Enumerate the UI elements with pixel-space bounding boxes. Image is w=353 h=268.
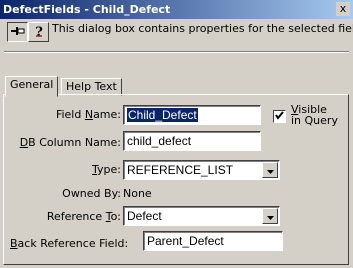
field-name-value: Child_Defect — [127, 108, 198, 122]
db-column-value: child_defect — [127, 134, 192, 148]
window-title: DefectFields - Child_Defect — [3, 3, 171, 16]
type-value: REFERENCE_LIST — [127, 163, 234, 177]
separator — [4, 51, 349, 53]
checkmark-icon — [275, 110, 284, 123]
pin-icon — [10, 26, 25, 39]
title-bar[interactable]: DefectFields - Child_Defect — [0, 0, 353, 19]
close-button[interactable]: x — [336, 2, 350, 16]
back-reference-value: Parent_Defect — [147, 234, 224, 248]
tab-help-text-label: Help Text — [66, 80, 117, 93]
db-column-input[interactable]: child_defect — [123, 131, 261, 151]
field-name-input[interactable]: Child_Defect — [123, 105, 261, 125]
reference-to-select[interactable]: Defect — [123, 206, 280, 226]
reference-to-label: Reference To: — [46, 210, 121, 223]
close-icon: x — [339, 2, 347, 15]
chevron-down-icon — [266, 207, 274, 225]
back-reference-label: Back Reference Field: — [10, 237, 129, 250]
tab-general-label: General — [10, 78, 54, 91]
type-label: Type: — [92, 163, 121, 176]
owned-by-label: Owned By: — [62, 187, 121, 200]
owned-by-value: None — [123, 187, 152, 200]
tab-general[interactable]: General — [5, 76, 59, 97]
reference-to-value: Defect — [127, 209, 162, 223]
pin-button[interactable] — [7, 22, 28, 42]
db-column-label: DB Column Name: — [19, 136, 121, 149]
back-reference-input[interactable]: Parent_Defect — [143, 231, 283, 251]
type-select[interactable]: REFERENCE_LIST — [123, 160, 280, 180]
help-icon: ? — [33, 24, 45, 41]
info-text: This dialog box contains properties for … — [52, 22, 353, 35]
chevron-down-icon — [266, 161, 274, 179]
reference-to-dropdown-button[interactable] — [262, 208, 278, 224]
visible-in-query-label: Visible in Query — [291, 103, 338, 127]
type-dropdown-button[interactable] — [262, 162, 278, 178]
help-button[interactable]: ? — [28, 22, 49, 42]
field-name-label: Field Name: — [55, 108, 121, 121]
visible-in-query-checkbox[interactable] — [273, 110, 286, 123]
